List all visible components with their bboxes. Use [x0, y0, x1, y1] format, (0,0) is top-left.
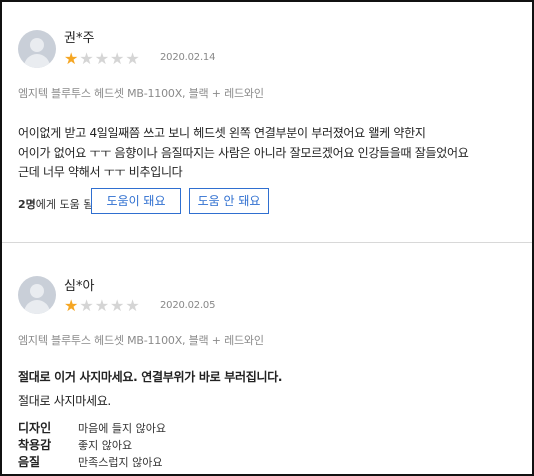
avatar: [18, 30, 56, 68]
star-empty-icon: ★: [94, 296, 110, 315]
helpful-count-number: 2명: [18, 198, 36, 211]
reviewer-name: 심*아: [64, 279, 95, 294]
review-item: 심*아 ★★★★★ 2020.02.05 엠지텍 블루투스 헤드셋 MB-110…: [2, 243, 532, 474]
attribute-label-design: 디자인: [18, 421, 52, 435]
review-headline: 절대로 이거 사지마세요. 연결부위가 바로 부러집니다.: [18, 370, 283, 384]
star-empty-icon: ★: [110, 49, 125, 68]
attribute-label-sound: 음질: [18, 455, 41, 469]
review-text-line: 근데 너무 약해서 ㅜㅜ 비추입니다: [18, 165, 183, 179]
helpful-count-suffix: 에게 도움 됨: [35, 198, 94, 211]
helpful-no-button[interactable]: 도움 안 돼요: [189, 188, 269, 214]
attribute-value-sound: 만족스럽지 않아요: [78, 456, 163, 469]
star-filled-icon: ★: [64, 296, 79, 315]
review-date: 2020.02.14: [160, 52, 216, 63]
star-empty-icon: ★: [94, 49, 110, 68]
attribute-value-design: 마음에 들지 않아요: [78, 422, 166, 435]
star-empty-icon: ★: [125, 296, 140, 315]
rating-stars: ★★★★★: [64, 49, 141, 68]
reviewer-name: 권*주: [64, 31, 95, 46]
star-empty-icon: ★: [79, 296, 94, 315]
review-date: 2020.02.05: [160, 300, 216, 311]
star-empty-icon: ★: [110, 296, 125, 315]
review-text-line: 절대로 사지마세요.: [18, 394, 111, 408]
review-text-line: 어이가 없어요 ㅜㅜ 음향이나 음질따지는 사람은 아니라 잘모르겠어요 인강들…: [18, 146, 469, 160]
purchase-option: 엠지텍 블루투스 헤드셋 MB-1100X, 블랙 + 레드와인: [18, 87, 264, 100]
review-item: 권*주 ★★★★★ 2020.02.14 엠지텍 블루투스 헤드셋 MB-110…: [2, 2, 532, 242]
star-filled-icon: ★: [64, 49, 79, 68]
star-empty-icon: ★: [79, 49, 94, 68]
review-list: 권*주 ★★★★★ 2020.02.14 엠지텍 블루투스 헤드셋 MB-110…: [0, 0, 534, 476]
attribute-value-fit: 좋지 않아요: [78, 439, 133, 452]
rating-stars: ★★★★★: [64, 296, 141, 315]
star-empty-icon: ★: [125, 49, 140, 68]
attribute-label-fit: 착용감: [18, 438, 52, 452]
avatar: [18, 276, 56, 314]
helpful-yes-button[interactable]: 도움이 돼요: [91, 188, 181, 214]
purchase-option: 엠지텍 블루투스 헤드셋 MB-1100X, 블랙 + 레드와인: [18, 334, 264, 347]
review-text-line: 어이없게 받고 4일일째쯤 쓰고 보니 헤드셋 왼쪽 연결부분이 부러졌어요 왤…: [18, 126, 426, 140]
helpful-count: 2명에게 도움 됨: [18, 196, 93, 212]
